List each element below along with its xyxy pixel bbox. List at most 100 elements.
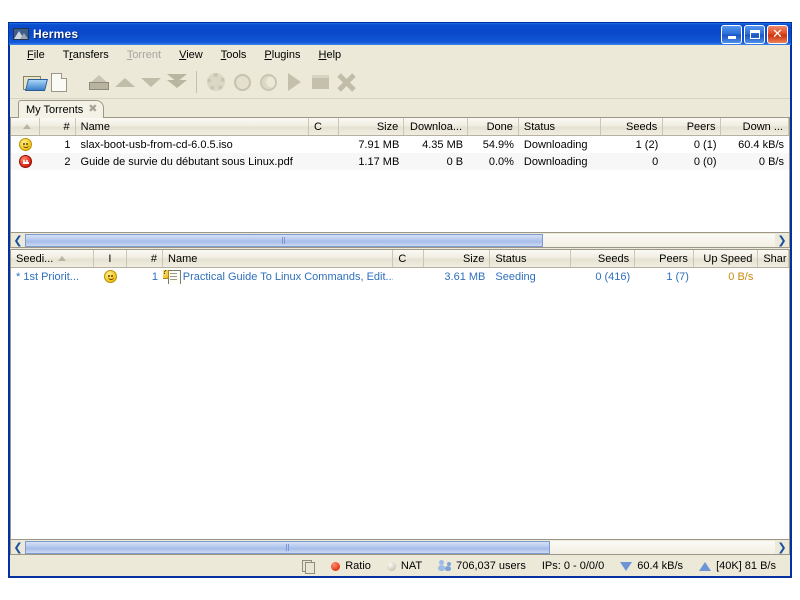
menu-file[interactable]: File <box>18 47 54 63</box>
ips-label: IPs: 0 - 0/0/0 <box>541 560 605 572</box>
table-row[interactable]: * 1st Priorit... 1 A Practical Guide To … <box>11 268 789 285</box>
cell-size: 7.91 MB <box>358 138 400 151</box>
x-cross-icon <box>336 72 356 92</box>
new-file-button[interactable] <box>46 69 72 95</box>
ratio-label: Ratio <box>345 560 371 572</box>
col-c[interactable]: C <box>309 118 340 135</box>
menu-plugins[interactable]: Plugins <box>255 47 309 63</box>
scroll-left-arrow-icon[interactable]: ❮ <box>11 234 25 247</box>
col-down-speed[interactable]: Down ... <box>721 118 789 135</box>
cell-up-speed: 0 B/s <box>728 270 754 283</box>
cell-name-text: A Practical Guide To Linux Commands, Edi… <box>172 270 394 283</box>
scroll-thumb[interactable] <box>25 233 543 247</box>
cell-downloaded: 0 B <box>446 155 464 168</box>
download-speed-label: 60.4 kB/s <box>637 560 684 572</box>
cell-status: Seeding <box>495 270 536 283</box>
circle-icon <box>233 73 251 91</box>
col-seeds[interactable]: Seeds <box>571 250 636 267</box>
menu-tools[interactable]: Tools <box>212 47 256 63</box>
smiley-yellow-icon <box>103 270 117 283</box>
open-folder-button[interactable] <box>20 69 48 95</box>
moon-icon <box>259 73 277 91</box>
col-status[interactable]: Status <box>519 118 602 135</box>
window-title: Hermes <box>33 27 79 41</box>
col-name[interactable]: Name <box>163 250 394 267</box>
cell-down-speed: 60.4 kB/s <box>738 138 784 151</box>
col-status[interactable]: Status <box>490 250 571 267</box>
cell-peers: 0 (1) <box>693 138 717 151</box>
col-done[interactable]: Done <box>468 118 519 135</box>
downloads-pane: # Name C Size Downloa... Done Status See… <box>10 118 790 233</box>
toolbar-separator <box>196 71 197 93</box>
status-users[interactable]: 706,037 users <box>430 560 534 572</box>
upload-triangle-icon <box>699 561 712 571</box>
close-button[interactable]: ✕ <box>767 24 788 44</box>
row-status-icon-cell <box>11 138 40 151</box>
col-peers[interactable]: Peers <box>635 250 694 267</box>
toolbar <box>10 66 790 99</box>
client-area: File Transfers Torrent View Tools Plugin… <box>9 45 791 577</box>
scroll-left-arrow-icon[interactable]: ❮ <box>11 541 25 554</box>
minimize-button[interactable] <box>721 24 742 44</box>
status-copy[interactable] <box>294 559 323 574</box>
settings-button <box>203 69 229 95</box>
row-status-icon-cell <box>11 155 40 168</box>
cell-seeds: 0 (416) <box>595 270 631 283</box>
downloads-body: 1 slax-boot-usb-from-cd-6.0.5.iso 7.91 M… <box>11 136 789 232</box>
scroll-right-arrow-icon[interactable]: ❯ <box>775 234 789 247</box>
scroll-right-arrow-icon[interactable]: ❯ <box>775 541 789 554</box>
maximize-button[interactable] <box>744 24 765 44</box>
double-chevron-down-icon <box>167 74 187 90</box>
table-row[interactable]: 1 slax-boot-usb-from-cd-6.0.5.iso 7.91 M… <box>11 136 789 153</box>
seeding-horizontal-scrollbar[interactable]: ❮ ❯ <box>10 540 790 555</box>
app-mountain-icon <box>13 27 29 41</box>
col-number[interactable]: # <box>40 118 76 135</box>
tab-label: My Torrents <box>26 103 84 116</box>
col-status-icon[interactable] <box>11 118 40 135</box>
cell-seeds: 0 <box>652 155 659 168</box>
cell-number: 1 <box>151 270 158 283</box>
cell-done: 54.9% <box>482 138 514 151</box>
tab-my-torrents[interactable]: My Torrents ✖ <box>18 100 105 118</box>
cell-downloaded: 4.35 MB <box>422 138 464 151</box>
col-name[interactable]: Name <box>76 118 310 135</box>
scroll-track[interactable] <box>25 540 775 554</box>
scroll-track[interactable] <box>25 233 775 247</box>
cell-size: 1.17 MB <box>358 155 400 168</box>
col-peers[interactable]: Peers <box>663 118 722 135</box>
close-icon[interactable]: ✖ <box>88 104 97 115</box>
menu-view[interactable]: View <box>170 47 212 63</box>
envelope-up-icon <box>89 74 109 90</box>
cell-status: Downloading <box>523 138 588 151</box>
col-seeding-priority[interactable]: Seedi... <box>11 250 95 267</box>
scroll-thumb[interactable] <box>25 540 550 554</box>
col-seeds[interactable]: Seeds <box>601 118 664 135</box>
table-row[interactable]: 2 Guide de survie du débutant sous Linux… <box>11 153 789 170</box>
col-number[interactable]: # <box>127 250 164 267</box>
cell-peers: 1 (7) <box>666 270 689 283</box>
menu-help[interactable]: Help <box>310 47 351 63</box>
menu-torrent: Torrent <box>126 49 162 61</box>
col-size[interactable]: Size <box>339 118 405 135</box>
status-nat[interactable]: NAT <box>379 560 430 572</box>
col-size[interactable]: Size <box>424 250 491 267</box>
cell-down-speed: 0 B/s <box>758 155 784 168</box>
copy-icon <box>302 559 316 574</box>
queue-down-button <box>138 69 164 95</box>
col-up-speed[interactable]: Up Speed <box>694 250 759 267</box>
download-triangle-icon <box>620 561 633 571</box>
cell-number: 1 <box>64 138 71 151</box>
menu-transfers[interactable]: Transfers <box>54 47 118 63</box>
col-downloaded[interactable]: Downloa... <box>404 118 469 135</box>
col-share[interactable]: Shar <box>758 250 789 267</box>
application-window: Hermes ✕ File Transfers Torrent View Too… <box>8 22 792 578</box>
cell-status: Downloading <box>523 155 588 168</box>
col-c[interactable]: C <box>393 250 425 267</box>
triangle-down-icon <box>141 77 161 87</box>
downloads-horizontal-scrollbar[interactable]: ❮ ❯ <box>10 233 790 248</box>
people-icon <box>438 560 452 572</box>
status-ratio[interactable]: Ratio <box>323 560 379 572</box>
globe-button <box>229 69 255 95</box>
col-i[interactable]: I <box>94 250 127 267</box>
cell-done: 0.0% <box>488 155 514 168</box>
